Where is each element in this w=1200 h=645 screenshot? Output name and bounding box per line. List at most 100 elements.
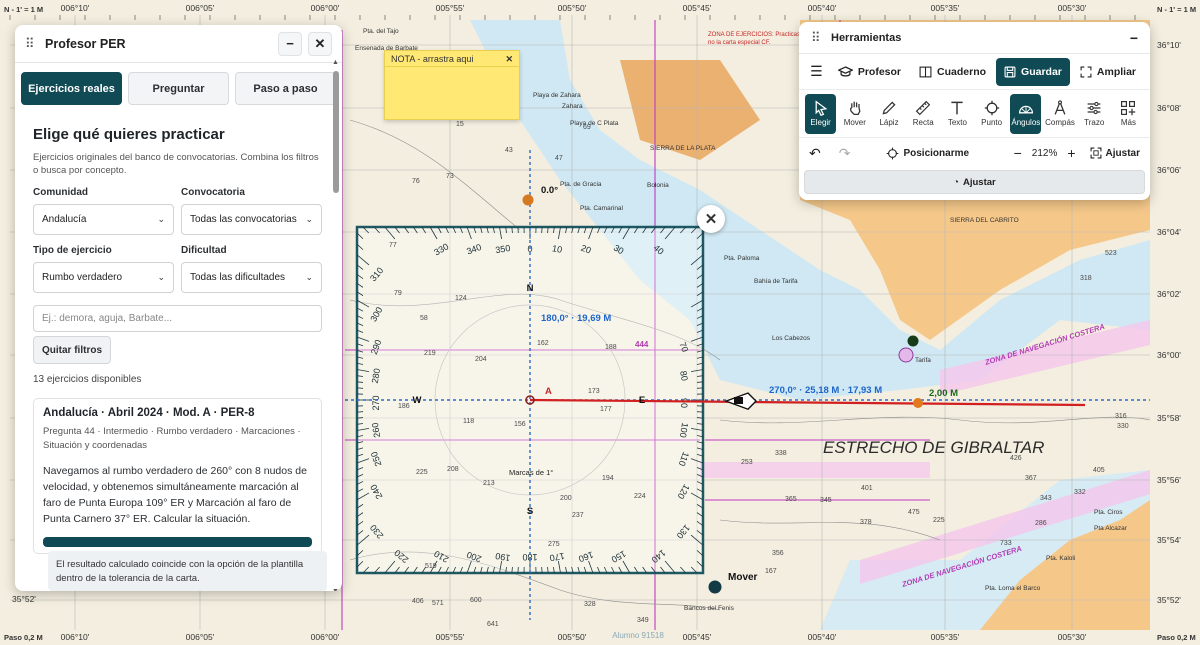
undo-icon[interactable]: ↶ — [809, 145, 821, 162]
panel-scrollbar[interactable]: ▲ ▼ — [332, 59, 339, 591]
scroll-down-icon[interactable]: ▼ — [332, 588, 339, 591]
depth-sounding: 338 — [775, 450, 787, 457]
tools-header[interactable]: ⠿ Herramientas − — [799, 22, 1150, 54]
depth-sounding: 286 — [1035, 520, 1047, 527]
call-select[interactable]: Todas las convocatorias ⌄ — [181, 204, 322, 235]
type-select[interactable]: Rumbo verdadero ⌄ — [33, 262, 174, 293]
type-value: Rumbo verdadero — [42, 272, 123, 283]
mode-ampliar[interactable]: Ampliar — [1072, 58, 1144, 86]
depth-sounding: 186 — [398, 403, 410, 410]
mode-profesor[interactable]: Profesor — [830, 58, 909, 86]
tool-lapiz[interactable]: Lápiz — [873, 94, 904, 134]
longitude-label-top: 006°10' — [61, 3, 90, 13]
place-name: Pta. del Tajo — [363, 28, 399, 35]
tool-mover[interactable]: Mover — [839, 94, 870, 134]
place-name: Zahara — [562, 103, 583, 110]
tab-ejercicios-reales[interactable]: Ejercicios reales — [21, 72, 122, 105]
depth-sounding: 275 — [548, 541, 560, 548]
tools-minimize-button[interactable]: − — [1130, 30, 1138, 46]
waypoint-orange-east[interactable] — [913, 398, 923, 408]
depth-sounding: 406 — [412, 598, 424, 605]
exercise-card-text: Navegamos al rumbo verdadero de 260° con… — [43, 465, 307, 525]
scrollbar-thumb[interactable] — [333, 71, 339, 193]
close-button[interactable]: ✕ — [308, 31, 332, 56]
longitude-label-bottom: 006°10' — [61, 632, 90, 642]
tool-texto-label: Texto — [947, 118, 967, 127]
place-name: Los Cabezos — [772, 335, 811, 342]
difficulty-value: Todas las dificultades — [190, 272, 286, 283]
menu-icon[interactable]: ☰ — [805, 63, 828, 80]
scroll-up-icon[interactable]: ▲ — [332, 59, 339, 66]
zoom-in-button[interactable]: + — [1067, 145, 1075, 161]
tool-elegir[interactable]: Elegir — [805, 93, 837, 134]
depth-sounding: 76 — [412, 178, 420, 185]
protractor-tick-label: 80 — [678, 370, 690, 382]
sticky-note-close-icon[interactable]: ✕ — [505, 54, 513, 64]
fit-button[interactable]: Ajustar — [1090, 147, 1140, 159]
depth-sounding: 124 — [455, 295, 467, 302]
community-select[interactable]: Andalucía ⌄ — [33, 204, 174, 235]
depth-sounding: 204 — [475, 356, 487, 363]
zoom-out-button[interactable]: − — [1014, 145, 1022, 161]
exercise-card[interactable]: Andalucía · Abril 2024 · Mod. A · PER-8 … — [33, 398, 322, 554]
mode-guardar[interactable]: Guardar — [996, 57, 1070, 86]
community-value: Andalucía — [42, 214, 87, 225]
scale-label-top-right: N - 1' = 1 M — [1157, 5, 1196, 14]
sticky-note[interactable]: NOTA - arrastra aqui ✕ — [384, 50, 520, 120]
tarifa-lighthouse-marker[interactable] — [907, 335, 919, 347]
point-a-label: A — [545, 386, 552, 397]
save-icon — [1004, 66, 1016, 77]
tool-punto[interactable]: Punto — [976, 94, 1007, 134]
depth-sounding: 367 — [1025, 475, 1037, 482]
depth-sounding: 405 — [1093, 467, 1105, 474]
tool-mas[interactable]: Más — [1113, 94, 1144, 134]
tab-paso-a-paso[interactable]: Paso a paso — [235, 72, 336, 105]
drag-handle-icon[interactable]: ⠿ — [811, 31, 823, 44]
fit-icon — [1090, 147, 1102, 159]
latitude-label-right: 35°52' — [1157, 595, 1181, 605]
difficulty-select[interactable]: Todas las dificultades ⌄ — [181, 262, 322, 293]
chevron-down-icon: ⌄ — [157, 214, 165, 224]
latitude-label-right: 35°54' — [1157, 535, 1181, 545]
depth-sounding: 225 — [933, 517, 945, 524]
drag-handle-icon[interactable]: ⠿ — [25, 37, 37, 50]
place-name: SIERRA DE LA PLATA — [650, 145, 716, 152]
panel-header[interactable]: ⠿ Profesor PER − ✕ — [15, 25, 342, 63]
minimize-button[interactable]: − — [278, 31, 302, 56]
zoom-level: 212% — [1031, 147, 1058, 159]
depth-sounding: 162 — [537, 340, 549, 347]
protractor-close-button[interactable]: ✕ — [697, 205, 725, 233]
depth-sounding: 330 — [1117, 423, 1129, 430]
depth-sounding: 224 — [634, 493, 646, 500]
place-name: Playa de Zahara — [533, 92, 581, 99]
mode-cuaderno[interactable]: Cuaderno — [911, 58, 994, 86]
protractor-east: E — [639, 395, 645, 406]
locate-button[interactable]: Posicionarme — [886, 147, 969, 160]
tool-trazo[interactable]: Trazo — [1079, 94, 1110, 134]
adjust-button[interactable]: ◔ Ajustar — [804, 170, 1145, 194]
mover-handle[interactable] — [708, 580, 722, 594]
exercise-card-action-button[interactable] — [43, 537, 312, 547]
clear-filters-button[interactable]: Quitar filtros — [33, 336, 112, 364]
place-name: Pta. de Gracia — [560, 181, 602, 188]
exercise-card-meta: Pregunta 44 · Intermedio · Rumbo verdade… — [43, 426, 301, 451]
tool-lapiz-label: Lápiz — [879, 118, 899, 127]
exercise-count: 13 ejercicios disponibles — [33, 374, 142, 385]
protractor-tick-label: 10 — [551, 243, 563, 255]
book-icon — [919, 66, 932, 77]
search-input[interactable]: Ej.: demora, aguja, Barbate... — [33, 305, 322, 332]
waypoint-orange-north[interactable] — [522, 194, 534, 206]
community-label: Comunidad — [33, 187, 88, 198]
locate-label: Posicionarme — [903, 147, 970, 159]
tool-texto[interactable]: Texto — [942, 94, 973, 134]
tool-angulos[interactable]: Ángulos — [1010, 93, 1042, 134]
tool-compas[interactable]: Compás — [1044, 94, 1075, 134]
tab-preguntar[interactable]: Preguntar — [128, 72, 229, 105]
cursor-icon — [815, 100, 827, 116]
tool-recta[interactable]: Recta — [908, 94, 939, 134]
depth-sounding: 349 — [637, 617, 649, 624]
sticky-note-header[interactable]: NOTA - arrastra aqui ✕ — [385, 51, 519, 67]
redo-icon[interactable]: ↷ — [839, 145, 851, 162]
place-name: Pta Alcazar — [1094, 525, 1128, 532]
sliders-icon — [1087, 101, 1101, 115]
